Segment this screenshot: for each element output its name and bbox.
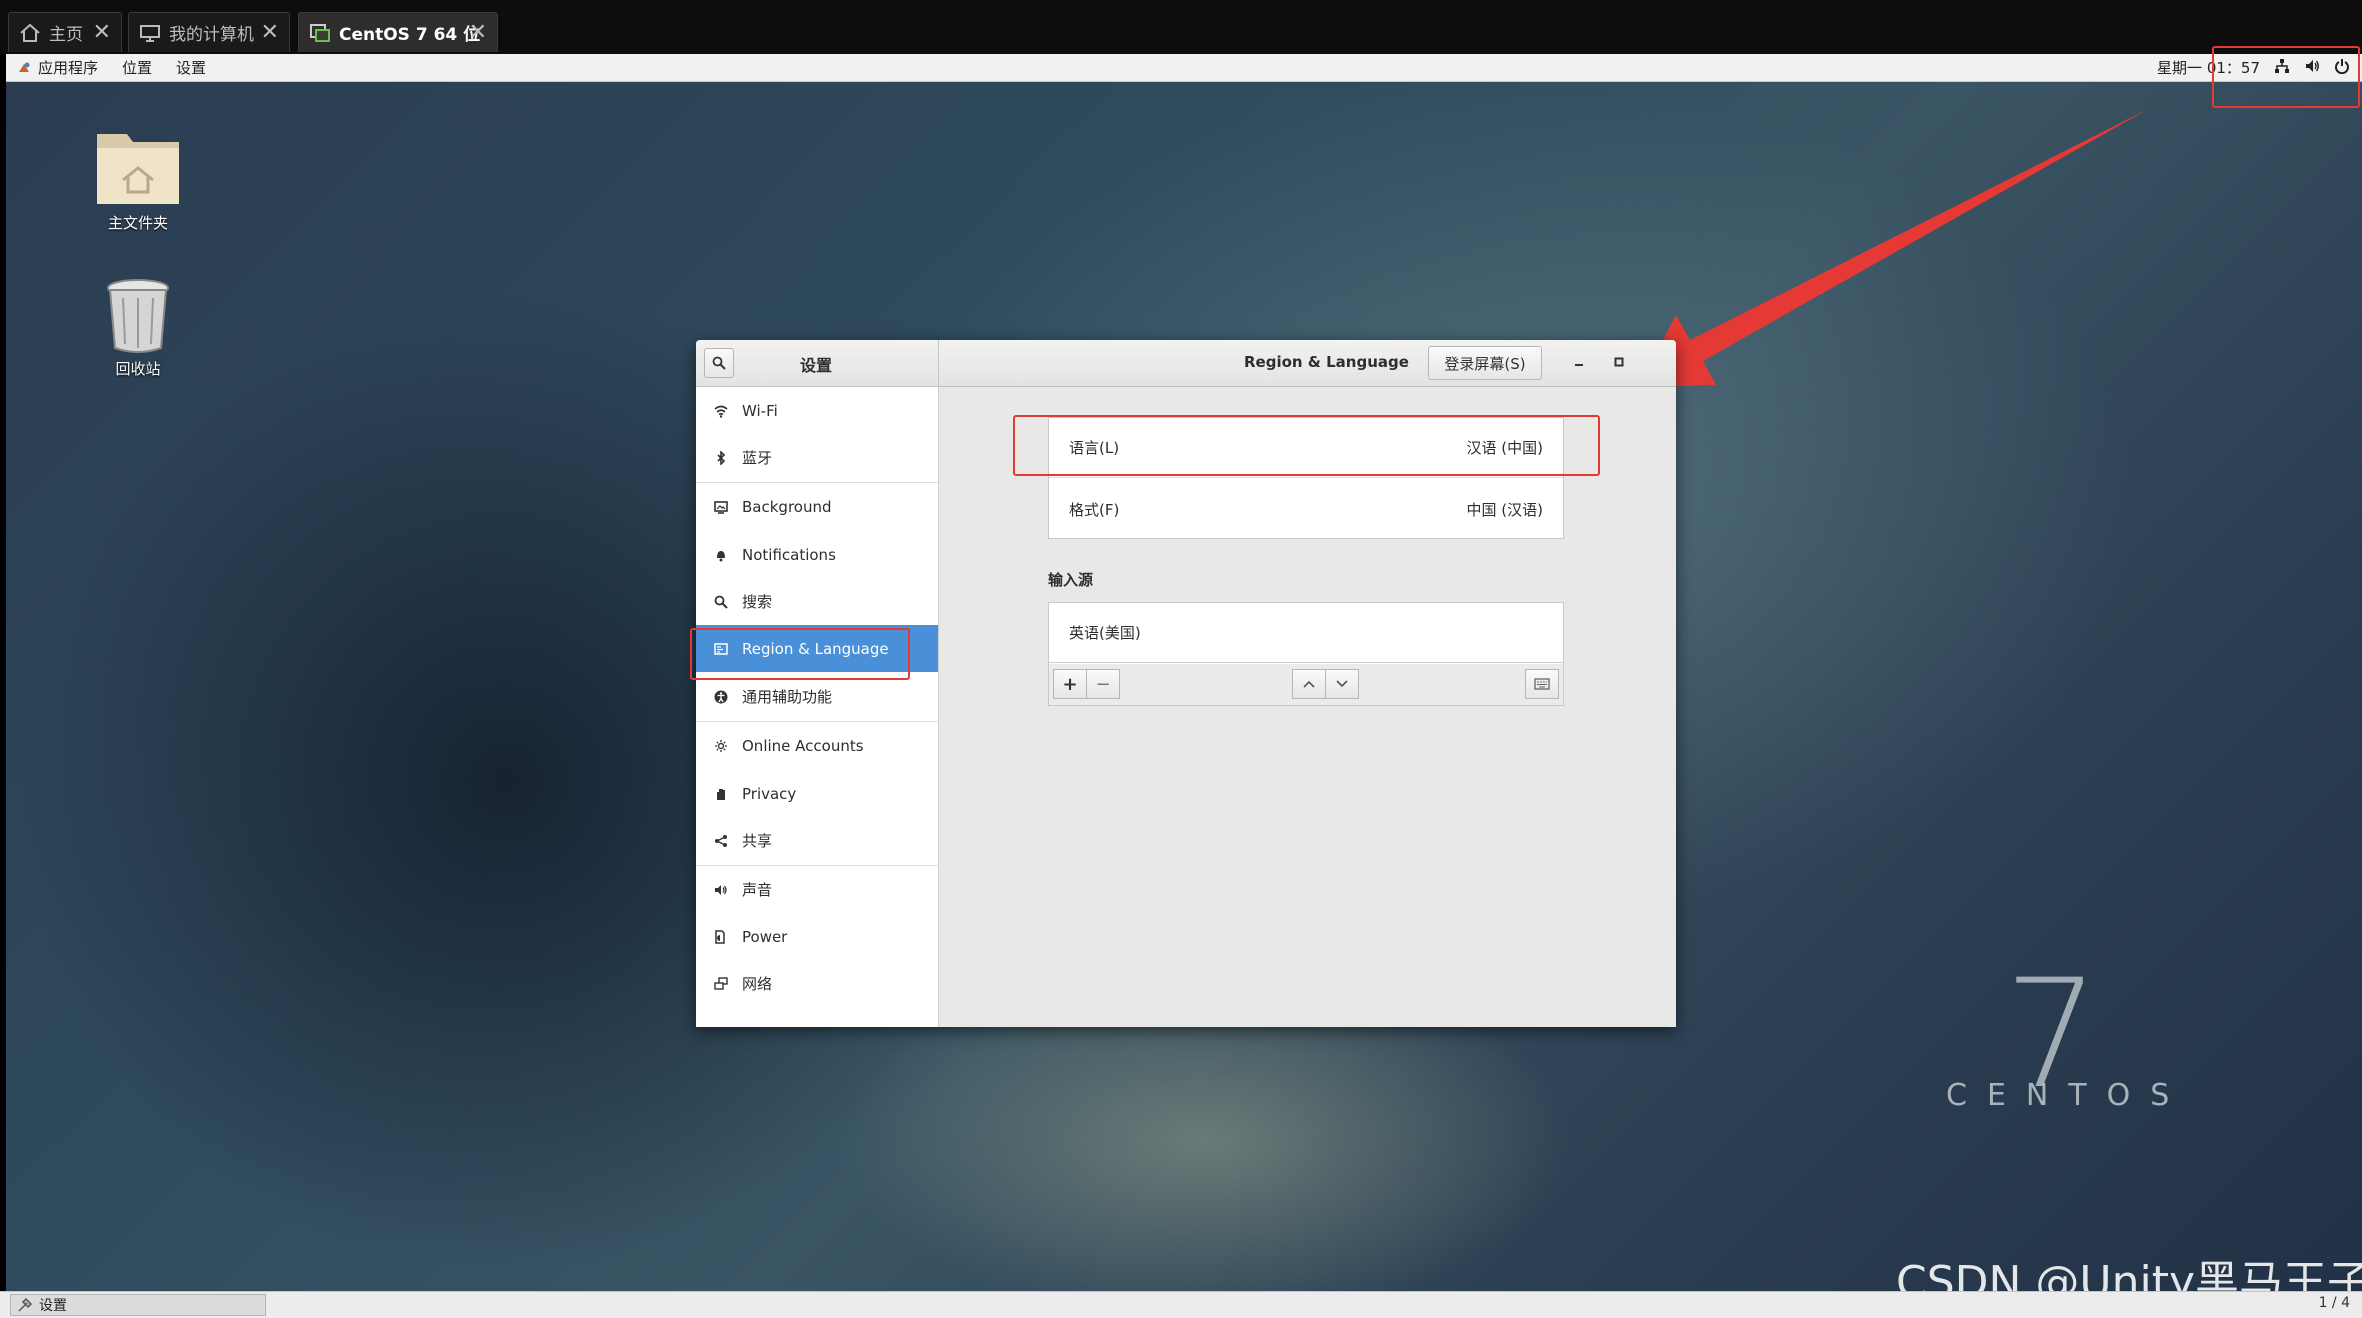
sound-icon [712,881,730,899]
sidebar-item-privacy[interactable]: Privacy [696,770,938,817]
annotation-box-region-language [690,628,910,680]
sidebar-item-power[interactable]: Power [696,913,938,960]
formats-label: 格式(F) [1069,500,1120,519]
search-icon [712,356,726,370]
sidebar-item-label: 网络 [742,975,773,993]
add-input-source-button[interactable]: + [1053,669,1087,699]
vm-tab-label: 主页 [49,25,83,45]
chevron-up-icon [1303,680,1315,688]
minimize-icon [1575,364,1583,366]
input-sources-toolbar: + − [1049,664,1563,705]
login-screen-button[interactable]: 登录屏幕(S) [1428,346,1542,380]
vm-tab-centos[interactable]: CentOS 7 64 位 ✕ [298,12,498,52]
input-source-row[interactable]: 英语(美国) [1049,603,1563,663]
menu-applications[interactable]: 应用程序 [38,57,98,78]
sidebar-item-background[interactable]: Background [696,483,938,530]
sidebar-item-label: Notifications [742,545,836,564]
apps-icon [19,62,30,72]
sidebar-item-label: 共享 [742,832,773,850]
panel-title: Region & Language [1244,353,1409,371]
settings-app-icon [18,1297,33,1312]
minimize-button[interactable] [1568,351,1590,373]
input-sources-heading: 输入源 [1048,571,1094,589]
search-button[interactable] [704,348,734,378]
trash-icon [107,279,169,353]
centos-logo: 7 CENTOS [1946,960,2190,1122]
taskbar-item-label: 设置 [39,1298,67,1314]
input-sources-box: 英语(美国) + − [1048,602,1564,706]
vm-tab-label: CentOS 7 64 位 [339,25,481,45]
sidebar-item-label: Wi-Fi [742,401,778,420]
sidebar-item-wifi[interactable]: Wi-Fi [696,387,938,434]
gnome-top-bar: 应用程序 位置 设置 星期一 01：57 [6,54,2362,82]
formats-row[interactable]: 格式(F) 中国 (汉语) [1049,479,1563,539]
sidebar-item-label: Privacy [742,784,797,803]
sidebar-item-label: Online Accounts [742,736,864,755]
centos-word: CENTOS [1946,1078,2190,1113]
sidebar-item-online-accounts[interactable]: Online Accounts [696,722,938,769]
accessibility-icon [712,688,730,706]
sidebar-item-bluetooth[interactable]: 蓝牙 [696,434,938,481]
sidebar-title: 设置 [800,356,833,375]
home-folder-icon [97,134,179,204]
sidebar-item-label: 声音 [742,881,773,899]
power-plug-icon [712,928,730,946]
keyboard-icon [1534,678,1550,690]
formats-value: 中国 (汉语) [1466,500,1543,519]
search-icon [712,593,730,611]
sidebar-item-sound[interactable]: 声音 [696,866,938,913]
privacy-hand-icon [712,785,730,803]
sidebar-item-accessibility[interactable]: 通用辅助功能 [696,673,938,720]
workspace-indicator[interactable]: 1 / 4 [2319,1295,2350,1311]
vm-tab-home[interactable]: 主页 ✕ [8,12,122,52]
sidebar-item-label: 搜索 [742,593,773,611]
header-divider [938,340,939,386]
sidebar-item-label: 蓝牙 [742,449,773,467]
vm-tab-my-computer[interactable]: 我的计算机 ✕ [128,12,290,52]
vm-tab-strip: 主页 ✕ 我的计算机 ✕ CentOS 7 64 位 ✕ [0,0,2362,54]
network-icon [712,975,730,993]
sidebar-item-label: 通用辅助功能 [742,688,833,706]
wifi-icon [712,402,730,420]
menu-places[interactable]: 位置 [122,57,152,78]
maximize-button[interactable] [1608,351,1630,373]
sidebar-item-label: Power [742,927,788,946]
close-icon[interactable]: ✕ [261,20,279,45]
move-up-button[interactable] [1292,669,1326,699]
bluetooth-icon [712,449,730,467]
monitor-icon [139,23,161,43]
close-icon[interactable]: ✕ [93,20,111,45]
bottom-taskbar: 设置 1 / 4 [0,1291,2362,1318]
sidebar-item-sharing[interactable]: 共享 [696,817,938,864]
desktop-icon-home-folder[interactable]: 主文件夹 [78,124,198,233]
desktop-icon-label: 回收站 [115,360,161,378]
menu-settings[interactable]: 设置 [176,57,206,78]
input-source-label: 英语(美国) [1069,624,1141,642]
settings-sidebar: Wi-Fi 蓝牙 Background Notifications 搜索 Reg… [696,387,939,1027]
move-down-button[interactable] [1325,669,1359,699]
keyboard-layout-button[interactable] [1525,669,1559,699]
remove-input-source-button[interactable]: − [1086,669,1120,699]
taskbar-item-settings[interactable]: 设置 [10,1294,266,1316]
close-icon[interactable]: ✕ [469,20,487,45]
chevron-down-icon [1336,680,1348,688]
annotation-box-status [2212,46,2360,108]
desktop-icon-label: 主文件夹 [107,214,168,232]
online-accounts-icon [712,737,730,755]
background-icon [712,498,730,516]
sidebar-item-search[interactable]: 搜索 [696,578,938,625]
sidebar-item-label: Background [742,497,832,516]
maximize-icon [1614,357,1624,367]
vm-tab-label: 我的计算机 [169,25,254,45]
sidebar-item-network[interactable]: 网络 [696,960,938,1007]
annotation-box-language [1013,415,1600,476]
vm-icon [309,23,331,43]
share-icon [712,832,730,850]
home-icon [19,23,41,43]
bell-icon [712,546,730,564]
desktop-icon-trash[interactable]: 回收站 [78,278,198,379]
sidebar-item-notifications[interactable]: Notifications [696,531,938,578]
window-header: 设置 Region & Language 登录屏幕(S) [696,340,1676,387]
